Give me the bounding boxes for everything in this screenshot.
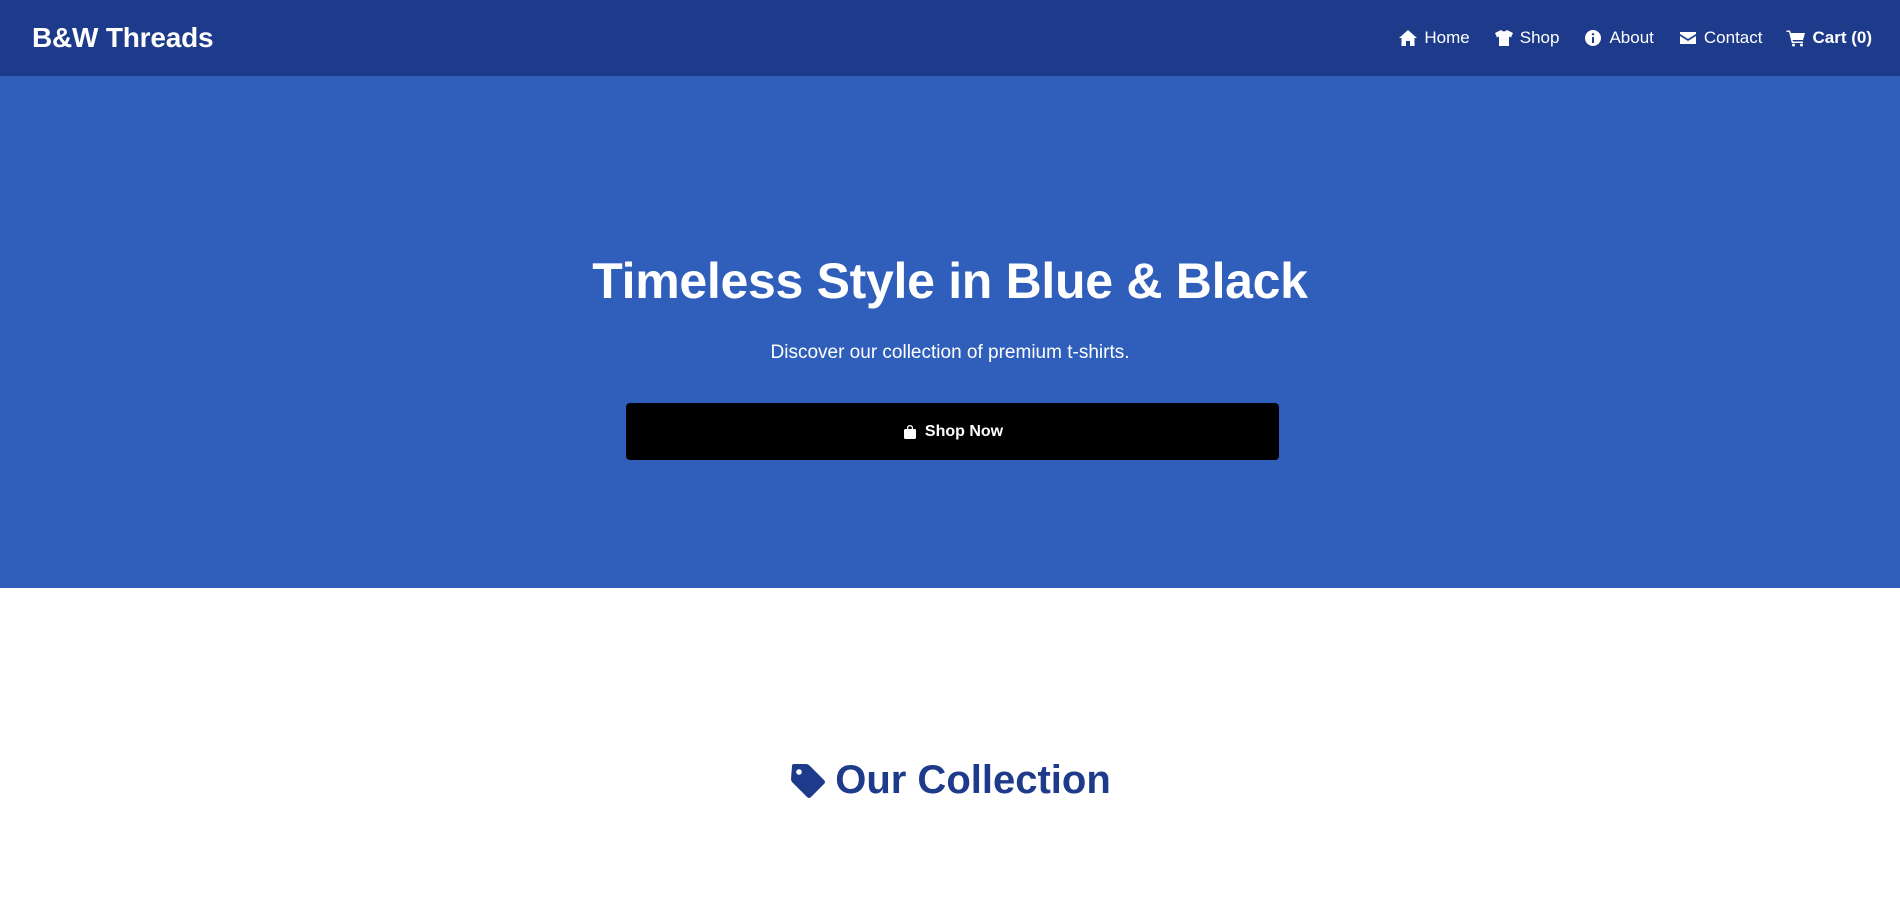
nav-about-label: About xyxy=(1609,28,1654,47)
nav-contact-label: Contact xyxy=(1703,28,1763,47)
cart-icon xyxy=(1786,29,1806,47)
nav-cart[interactable]: Cart (0) xyxy=(1786,28,1872,48)
collection-heading: Our Collection xyxy=(0,758,1900,803)
info-icon xyxy=(1583,29,1603,47)
brand-logo[interactable]: B&W Threads xyxy=(32,22,214,54)
nav-shop[interactable]: Shop xyxy=(1494,28,1560,48)
shop-now-label: Shop Now xyxy=(924,422,1004,440)
envelope-icon xyxy=(1678,29,1698,47)
shop-now-button[interactable]: Shop Now xyxy=(626,403,1279,460)
nav-cart-label: Cart (0) xyxy=(1812,28,1872,47)
nav-about[interactable]: About xyxy=(1583,28,1654,48)
nav-home[interactable]: Home xyxy=(1398,28,1470,48)
nav-shop-label: Shop xyxy=(1519,28,1560,47)
collection-heading-text: Our Collection xyxy=(835,758,1111,802)
collection-section: Our Collection xyxy=(0,588,1900,904)
nav-contact[interactable]: Contact xyxy=(1678,28,1763,48)
hero-title: Timeless Style in Blue & Black xyxy=(592,253,1308,309)
site-header: B&W Threads Home Shop About Contact Cart… xyxy=(0,0,1900,76)
nav-home-label: Home xyxy=(1424,28,1470,47)
tag-icon xyxy=(789,762,827,800)
hero-subtitle: Discover our collection of premium t-shi… xyxy=(770,342,1130,363)
hero-section: Timeless Style in Blue & Black Discover … xyxy=(0,76,1900,588)
tshirt-icon xyxy=(1494,29,1514,47)
shopping-bag-icon xyxy=(902,424,918,440)
home-icon xyxy=(1398,29,1418,47)
main-nav: Home Shop About Contact Cart (0) xyxy=(1374,28,1872,48)
